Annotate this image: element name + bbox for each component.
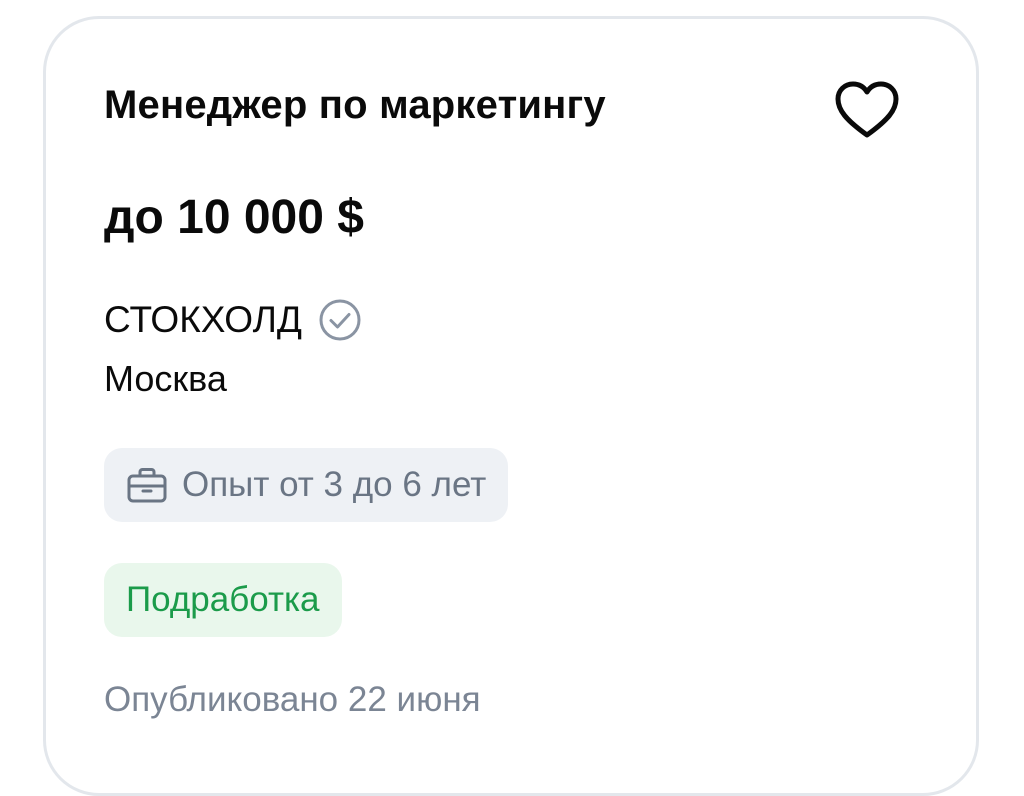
heart-icon (835, 81, 899, 138)
verified-check-icon (319, 299, 361, 341)
company-row: СТОКХОЛД (104, 296, 362, 344)
city: Москва (104, 358, 227, 399)
employment-chip: Подработка (104, 563, 342, 637)
vacancy-title[interactable]: Менеджер по маркетингу (104, 83, 606, 128)
employment-label: Подработка (126, 580, 320, 619)
salary: до 10 000 $ (104, 191, 364, 244)
experience-label: Опыт от 3 до 6 лет (182, 465, 487, 504)
experience-chip: Опыт от 3 до 6 лет (104, 448, 509, 522)
published-date: Опубликовано 22 июня (104, 680, 481, 719)
favorite-button[interactable] (834, 80, 900, 140)
briefcase-icon (127, 468, 167, 503)
company-name[interactable]: СТОКХОЛД (104, 299, 302, 341)
